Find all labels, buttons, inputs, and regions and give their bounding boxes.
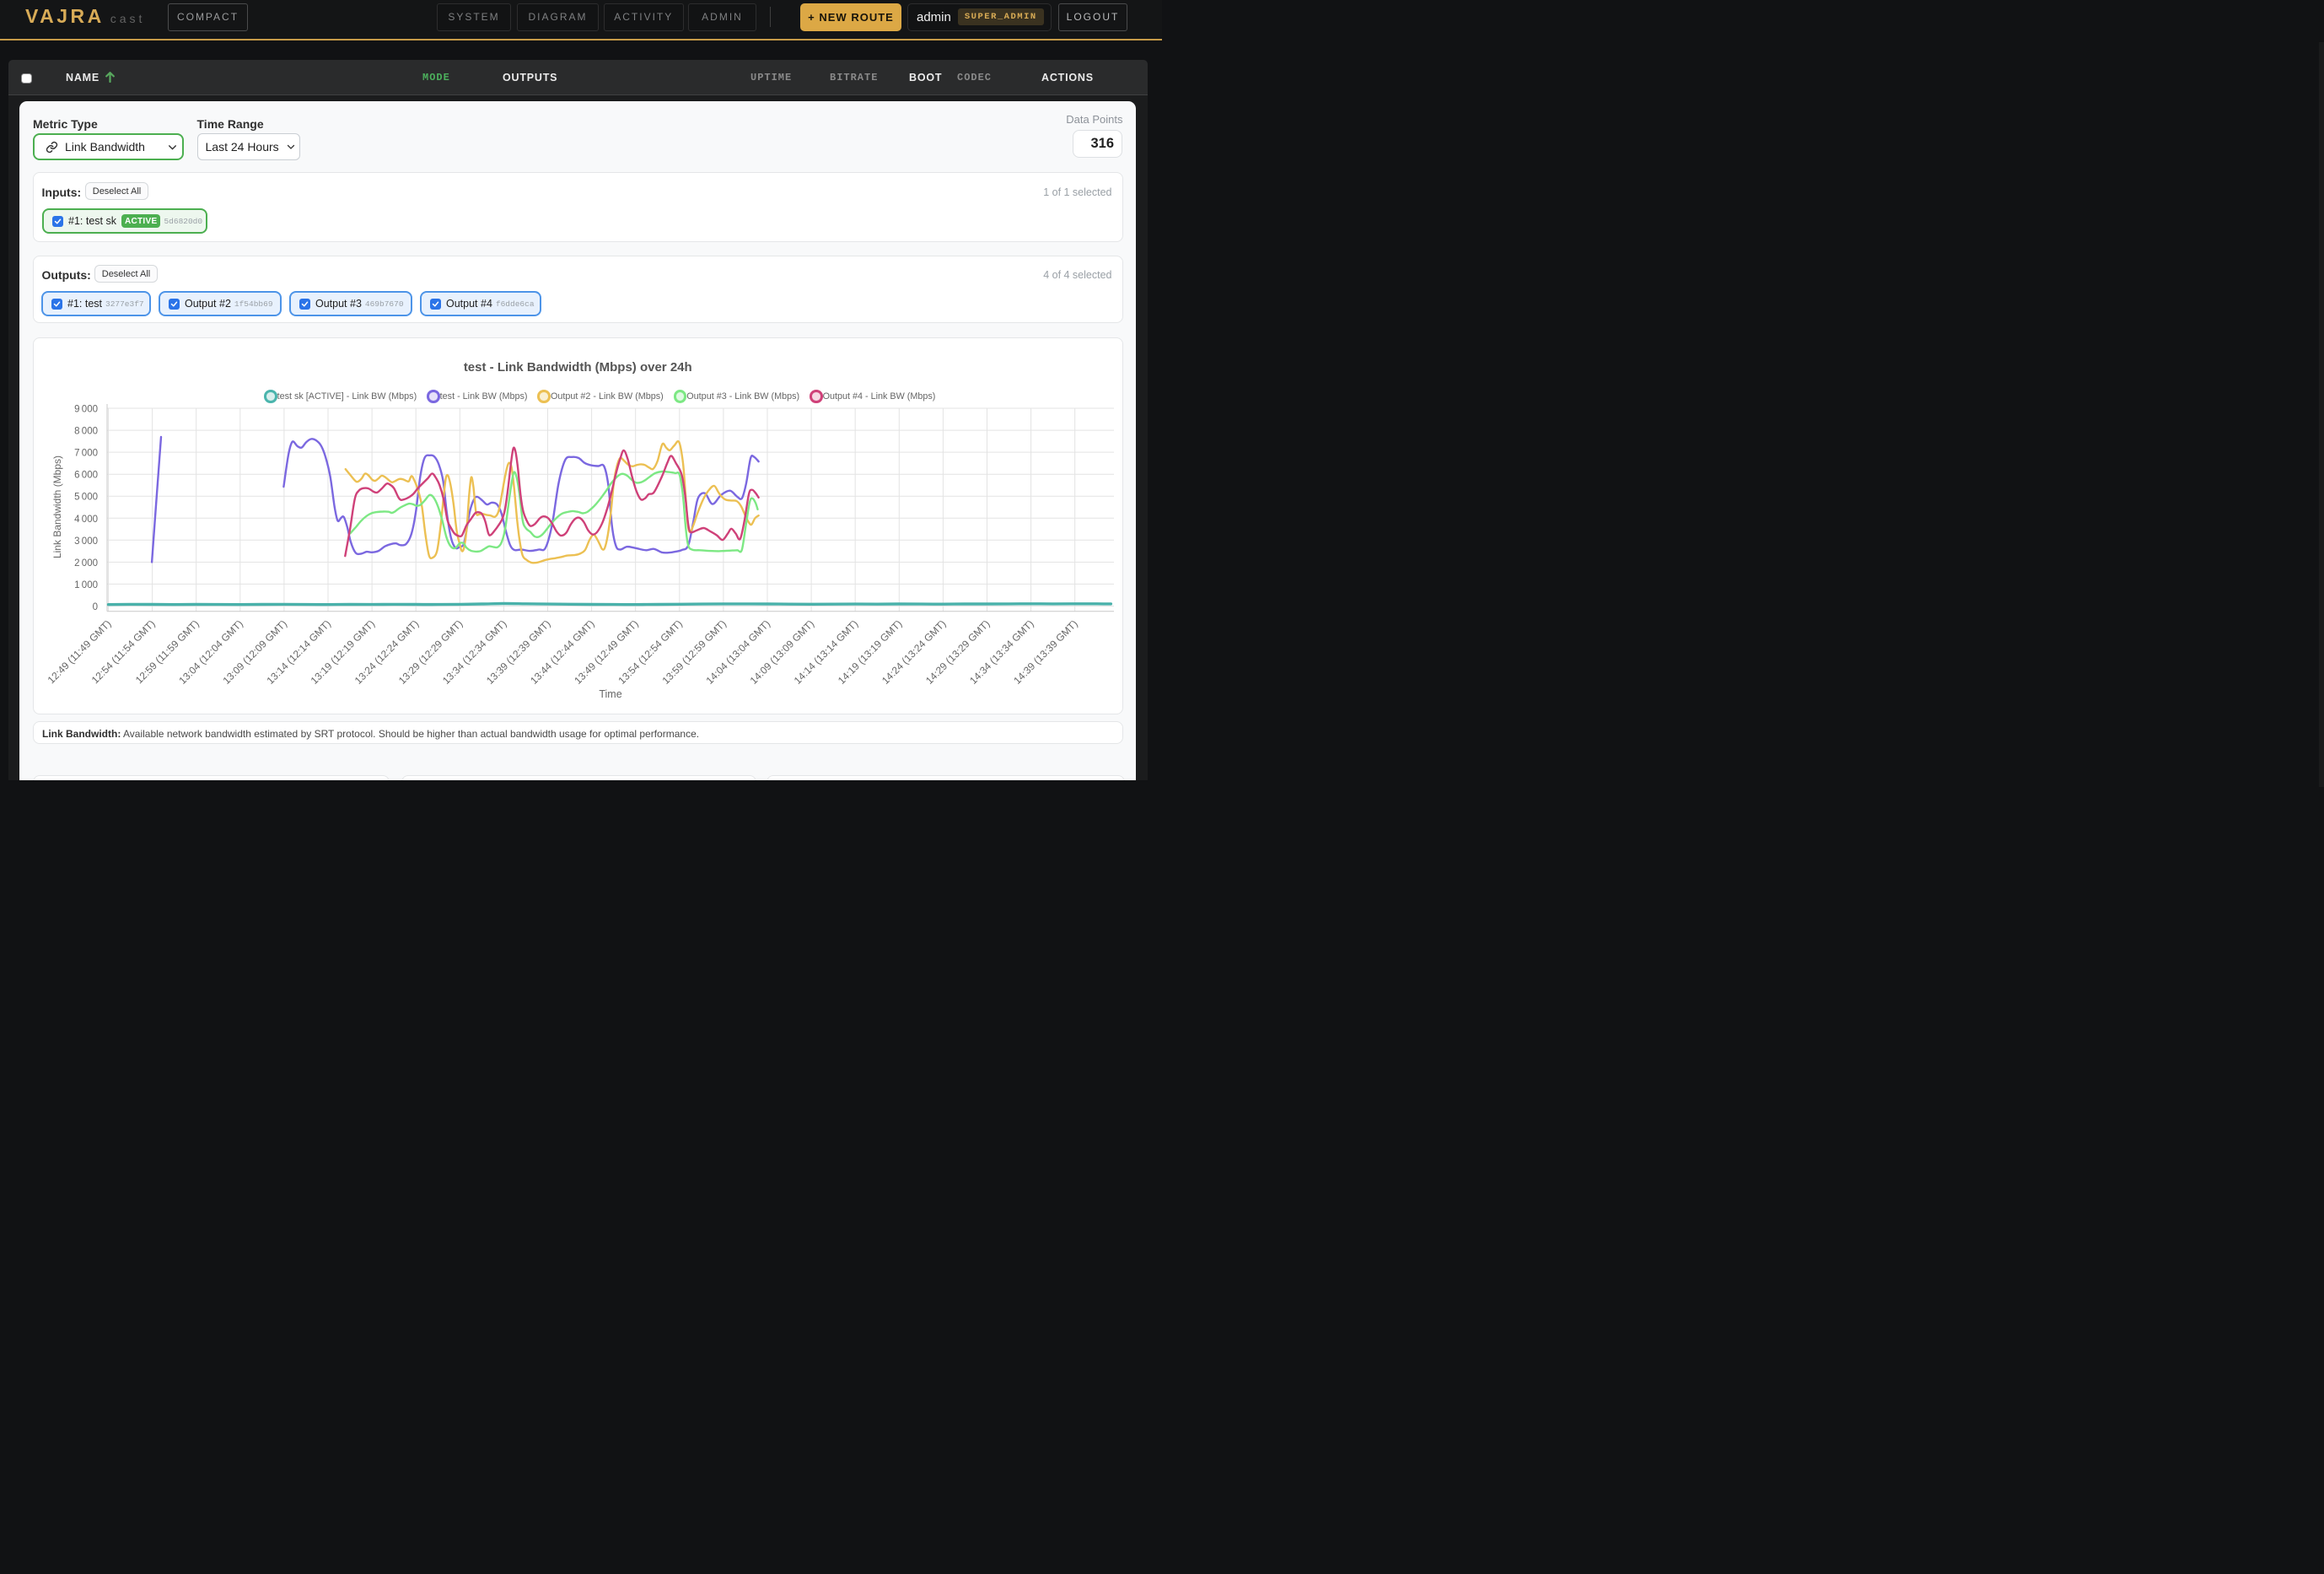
- svg-text:1 000: 1 000: [74, 580, 98, 590]
- svg-text:9 000: 9 000: [74, 405, 98, 415]
- svg-text:Time: Time: [599, 688, 621, 700]
- svg-text:3 000: 3 000: [74, 536, 98, 547]
- svg-text:4 000: 4 000: [74, 515, 98, 525]
- svg-text:Link Bandwidth (Mbps): Link Bandwidth (Mbps): [51, 455, 63, 558]
- svg-text:8 000: 8 000: [74, 427, 98, 437]
- svg-text:2 000: 2 000: [74, 558, 98, 569]
- svg-text:0: 0: [93, 602, 98, 612]
- svg-text:5 000: 5 000: [74, 493, 98, 503]
- svg-text:7 000: 7 000: [74, 449, 98, 459]
- svg-text:6 000: 6 000: [74, 471, 98, 481]
